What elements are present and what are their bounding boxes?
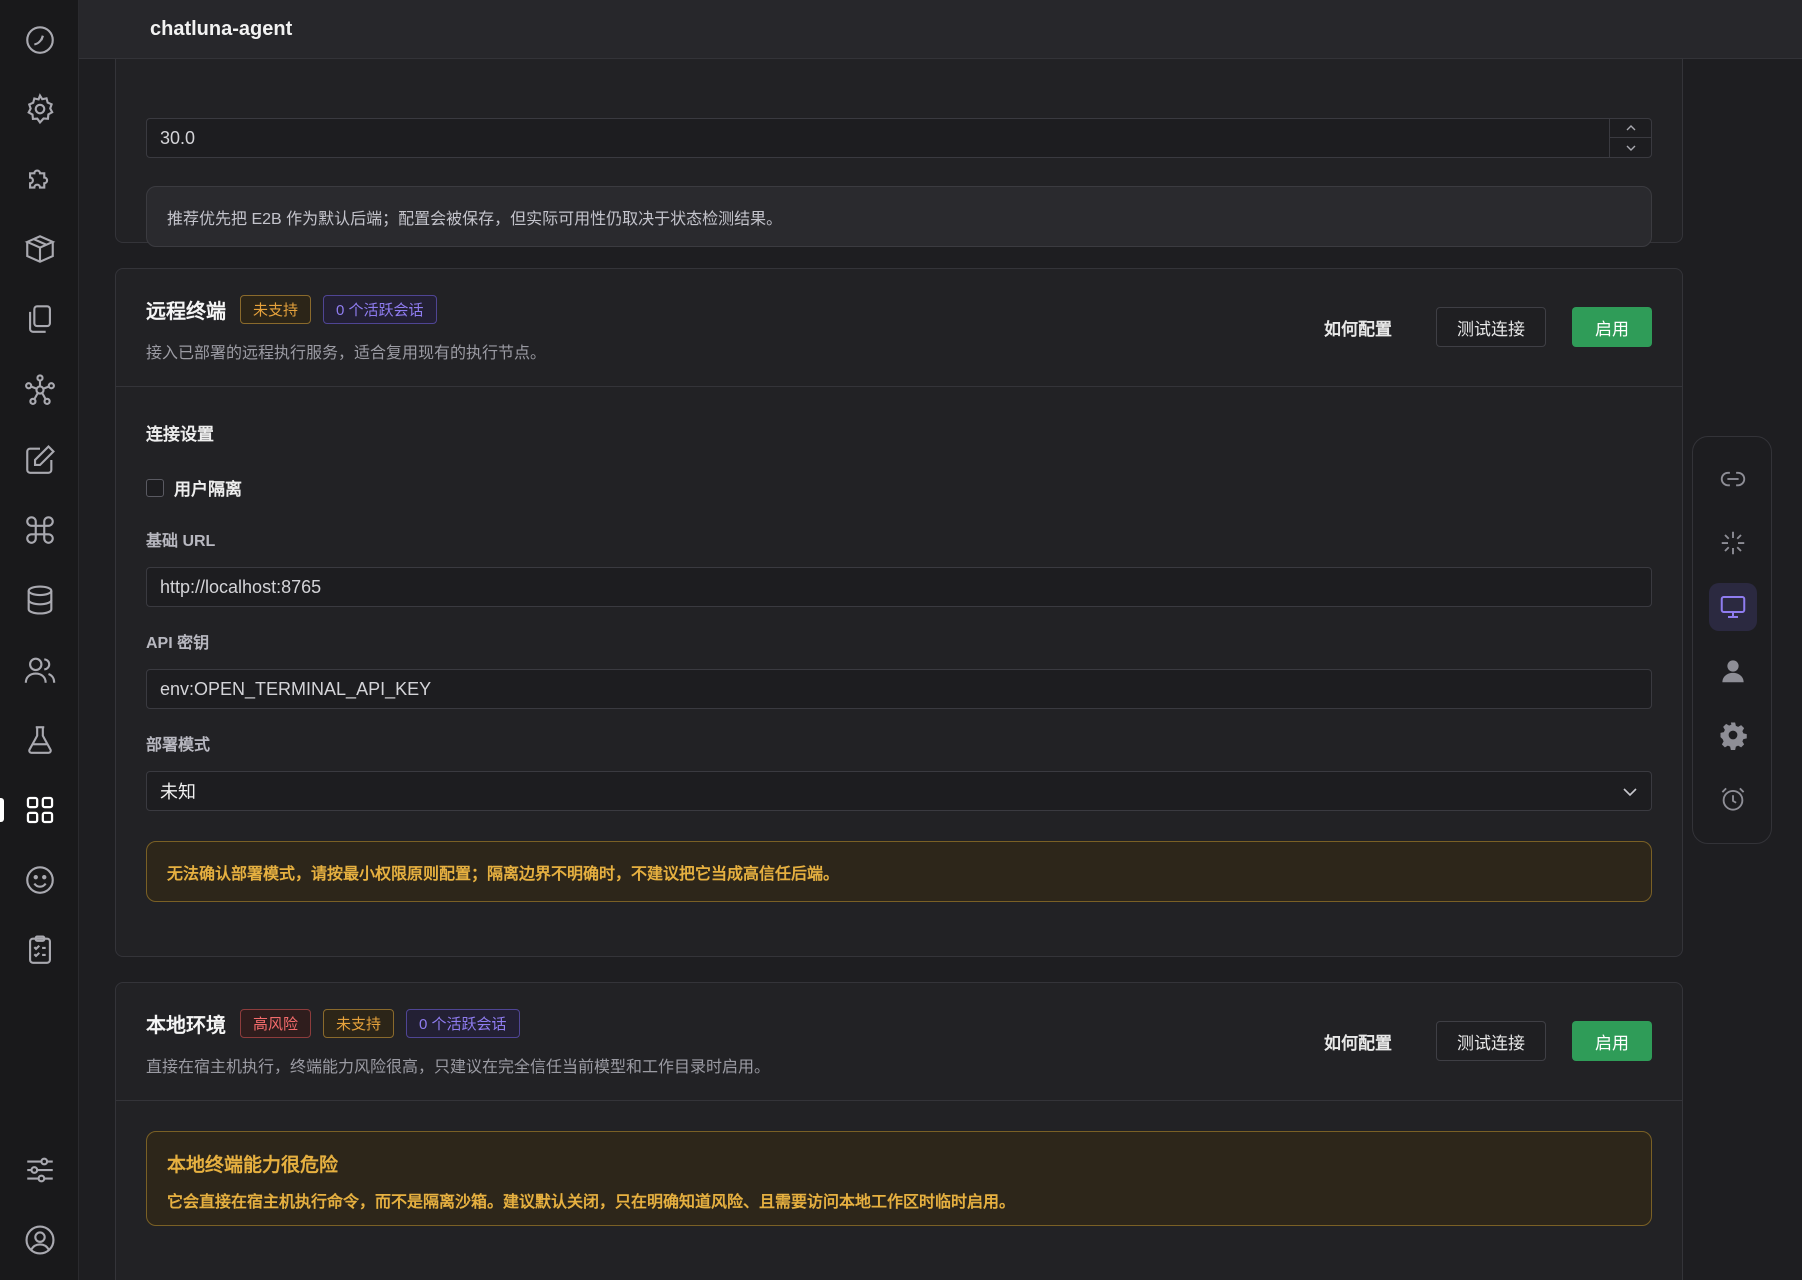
remote-card-header: 远程终端 未支持 0 个活跃会话 接入已部署的远程执行服务，适合复用现有的执行节…	[116, 269, 1682, 387]
page-title: chatluna-agent	[150, 17, 293, 40]
test-connection-button[interactable]: 测试连接	[1436, 1021, 1546, 1061]
howto-button[interactable]: 如何配置	[1306, 307, 1410, 347]
remote-title: 远程终端	[146, 301, 226, 323]
local-env-card: 本地环境 高风险 未支持 0 个活跃会话 直接在宿主机执行，终端能力风险很高，只…	[115, 982, 1683, 1280]
e2b-notice-text: 推荐优先把 E2B 作为默认后端；配置会被保存，但实际可用性仍取决于状态检测结果…	[167, 210, 783, 228]
users-icon[interactable]	[0, 642, 79, 698]
files-icon[interactable]	[0, 291, 79, 347]
unsupported-badge: 未支持	[323, 1009, 395, 1038]
deploy-mode-label: 部署模式	[146, 737, 211, 754]
sessions-badge: 0 个活跃会话	[323, 295, 437, 324]
flask-icon[interactable]	[0, 712, 79, 768]
alarm-icon[interactable]	[1709, 775, 1757, 823]
account-icon[interactable]	[0, 1212, 79, 1268]
sessions-badge: 0 个活跃会话	[406, 1009, 520, 1038]
right-float-panel	[1692, 436, 1772, 844]
enable-button[interactable]: 启用	[1572, 1021, 1652, 1061]
chevron-up-icon[interactable]	[1610, 119, 1651, 138]
remote-description: 接入已部署的远程执行服务，适合复用现有的执行节点。	[146, 345, 547, 362]
danger-notice-title: 本地终端能力很危险	[167, 1155, 339, 1176]
network-icon[interactable]	[0, 362, 79, 418]
deploy-warning-text: 无法确认部署模式，请按最小权限原则配置；隔离边界不明确时，不建议把它当成高信任后…	[167, 865, 840, 883]
base-url-label: 基础 URL	[146, 533, 216, 550]
deploy-warning-notice: 无法确认部署模式，请按最小权限原则配置；隔离边界不明确时，不建议把它当成高信任后…	[146, 841, 1652, 902]
e2b-notice: 推荐优先把 E2B 作为默认后端；配置会被保存，但实际可用性仍取决于状态检测结果…	[146, 186, 1652, 247]
clipboard-icon[interactable]	[0, 922, 79, 978]
local-danger-notice: 本地终端能力很危险 它会直接在宿主机执行命令，而不是隔离沙箱。建议默认关闭，只在…	[146, 1131, 1652, 1226]
cog-icon[interactable]	[1709, 711, 1757, 759]
local-description: 直接在宿主机执行，终端能力风险很高，只建议在完全信任当前模型和工作目录时启用。	[146, 1059, 771, 1076]
smiley-icon[interactable]	[0, 852, 79, 908]
test-connection-button[interactable]: 测试连接	[1436, 307, 1546, 347]
isolation-checkbox[interactable]	[146, 478, 164, 497]
gear-icon[interactable]	[0, 81, 79, 137]
puzzle-icon[interactable]	[0, 151, 79, 207]
timeout-input[interactable]: 30.0	[146, 118, 1652, 158]
chevron-down-icon[interactable]	[1610, 138, 1651, 157]
deploy-mode-value: 未知	[160, 782, 196, 802]
isolation-label: 用户隔离	[174, 480, 242, 499]
dashboard-icon[interactable]	[0, 12, 79, 68]
enable-button[interactable]: 启用	[1572, 307, 1652, 347]
sparkle-icon[interactable]	[1709, 519, 1757, 567]
monitor-icon[interactable]	[1709, 583, 1757, 631]
header-bar: chatluna-agent	[79, 0, 1802, 59]
deploy-mode-select[interactable]: 未知	[146, 771, 1652, 811]
chevron-down-icon	[1622, 781, 1638, 802]
main-content[interactable]: 30.0 推荐优先把 E2B 作为默认后端；配置会被保存，但实际可用性仍取决于状…	[79, 59, 1695, 1280]
api-key-value: env:OPEN_TERMINAL_API_KEY	[160, 678, 432, 699]
isolation-checkbox-row[interactable]: 用户隔离	[146, 475, 242, 500]
base-url-input[interactable]: http://localhost:8765	[146, 567, 1652, 607]
unsupported-badge: 未支持	[240, 295, 312, 324]
howto-button[interactable]: 如何配置	[1306, 1021, 1410, 1061]
sliders-icon[interactable]	[0, 1142, 79, 1198]
base-url-value: http://localhost:8765	[160, 576, 322, 597]
command-icon[interactable]	[0, 502, 79, 558]
local-title: 本地环境	[146, 1015, 226, 1037]
edit-icon[interactable]	[0, 432, 79, 488]
api-key-input[interactable]: env:OPEN_TERMINAL_API_KEY	[146, 669, 1652, 709]
left-nav	[0, 0, 79, 1280]
high-risk-badge: 高风险	[240, 1009, 312, 1038]
box-icon[interactable]	[0, 221, 79, 277]
database-icon[interactable]	[0, 572, 79, 628]
apps-icon[interactable]	[0, 782, 79, 838]
remote-terminal-card: 远程终端 未支持 0 个活跃会话 接入已部署的远程执行服务，适合复用现有的执行节…	[115, 268, 1683, 957]
link-icon[interactable]	[1709, 455, 1757, 503]
danger-notice-body: 它会直接在宿主机执行命令，而不是隔离沙箱。建议默认关闭，只在明确知道风险、且需要…	[167, 1194, 1016, 1211]
local-card-header: 本地环境 高风险 未支持 0 个活跃会话 直接在宿主机执行，终端能力风险很高，只…	[116, 983, 1682, 1101]
timeout-value: 30.0	[160, 127, 196, 148]
connection-settings-title: 连接设置	[146, 425, 214, 444]
person-icon[interactable]	[1709, 647, 1757, 695]
api-key-label: API 密钥	[146, 635, 210, 652]
e2b-card: 30.0 推荐优先把 E2B 作为默认后端；配置会被保存，但实际可用性仍取决于状…	[115, 59, 1683, 247]
number-stepper[interactable]	[1609, 119, 1651, 157]
